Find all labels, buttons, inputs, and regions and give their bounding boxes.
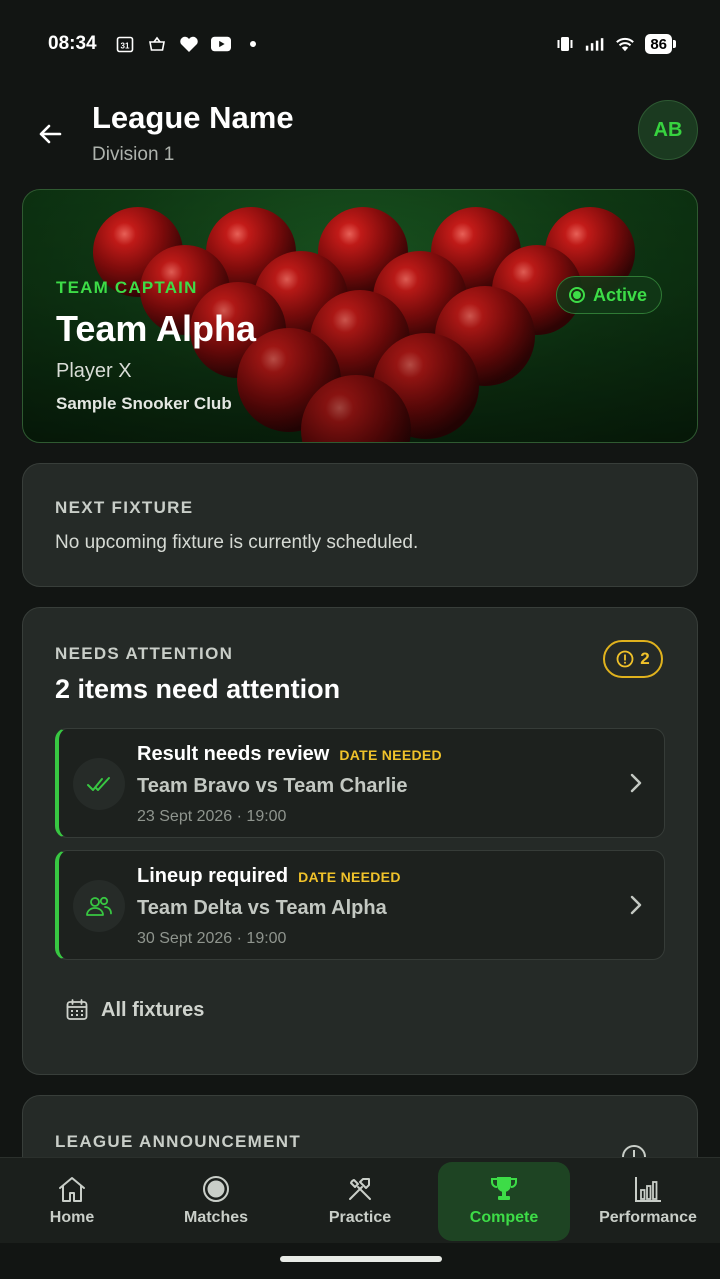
attention-title: 2 items need attention [55,674,341,704]
wifi-icon [615,34,635,54]
vibrate-icon [555,34,575,54]
nav-item-home[interactable]: Home [0,1158,144,1243]
club-name: Sample Snooker Club [56,394,232,413]
attention-item-title: Result needs review [137,743,330,765]
nav-item-performance[interactable]: Performance [576,1158,720,1243]
home-icon [59,1176,85,1202]
bottom-navigation: Home Matches Practice Compete Performanc… [0,1157,720,1243]
nav-label: Compete [469,1208,539,1226]
status-time: 08:34 [48,33,97,54]
attention-item-date: 23 Sept 2026 · 19:00 [137,808,287,825]
chevron-right-icon [624,769,648,797]
attention-item[interactable]: Lineup required DATE NEEDED Team Delta v… [55,850,665,960]
calendar-icon: 31 [115,34,135,54]
attention-item-teams: Team Delta vs Team Alpha [137,897,387,919]
app-header: League Name Division 1 AB [0,100,720,180]
users-icon [86,896,112,916]
calendar-icon [66,999,88,1020]
attention-item-date: 30 Sept 2026 · 19:00 [137,930,287,947]
dot-icon [243,34,263,54]
basket-icon [147,34,167,54]
team-role: TEAM CAPTAIN [56,278,198,297]
attention-item[interactable]: Result needs review DATE NEEDED Team Bra… [55,728,665,838]
svg-text:31: 31 [120,42,129,51]
nav-label: Matches [183,1208,249,1226]
alert-circle-icon [616,650,634,668]
next-fixture-text: No upcoming fixture is currently schedul… [55,532,419,553]
nav-label: Home [49,1208,95,1226]
nav-item-compete[interactable]: Compete [432,1158,576,1243]
attention-item-title: Lineup required [137,865,289,887]
attention-label: NEEDS ATTENTION [55,644,234,663]
nav-item-matches[interactable]: Matches [144,1158,288,1243]
next-fixture-card: NEXT FIXTURE No upcoming fixture is curr… [22,463,698,587]
attention-item-tag: DATE NEEDED [298,869,401,885]
nav-label: Performance [599,1208,697,1226]
all-fixtures-button[interactable]: All fixtures [65,998,204,1022]
announcement-label: LEAGUE ANNOUNCEMENT [55,1132,302,1151]
next-fixture-label: NEXT FIXTURE [55,498,194,517]
page-title: League Name [92,100,294,135]
nav-item-practice[interactable]: Practice [288,1158,432,1243]
team-hero-card[interactable]: TEAM CAPTAIN Team Alpha Player X Sample … [22,189,698,443]
battery-icon: 86 [645,34,676,54]
chevron-right-icon [624,891,648,919]
trophy-icon [491,1176,517,1200]
attention-item-tag: DATE NEEDED [339,747,442,763]
team-name: Team Alpha [56,308,257,349]
attention-count-badge: 2 [603,640,663,678]
status-badge: Active [555,276,662,314]
bar-chart-icon [635,1176,661,1202]
status-bar: 08:34 31 86 [0,0,720,88]
signal-icon [585,34,605,54]
status-badge-label: Active [592,284,647,305]
home-indicator[interactable] [280,1256,442,1262]
heart-icon [179,34,199,54]
avatar[interactable]: AB [638,100,698,160]
needs-attention-card: NEEDS ATTENTION 2 items need attention 2… [22,607,698,1075]
attention-count: 2 [640,649,650,668]
double-check-icon [87,777,110,791]
all-fixtures-label: All fixtures [101,998,205,1021]
nav-label: Practice [328,1208,392,1226]
active-dot-icon [568,287,585,303]
back-button[interactable] [30,114,70,154]
ball-icon [203,1175,229,1202]
attention-item-teams: Team Bravo vs Team Charlie [137,775,408,797]
youtube-icon [210,34,231,54]
player-name: Player X [56,360,132,382]
arrow-left-icon [39,124,62,144]
tools-icon [349,1177,371,1200]
page-subtitle: Division 1 [92,144,175,165]
